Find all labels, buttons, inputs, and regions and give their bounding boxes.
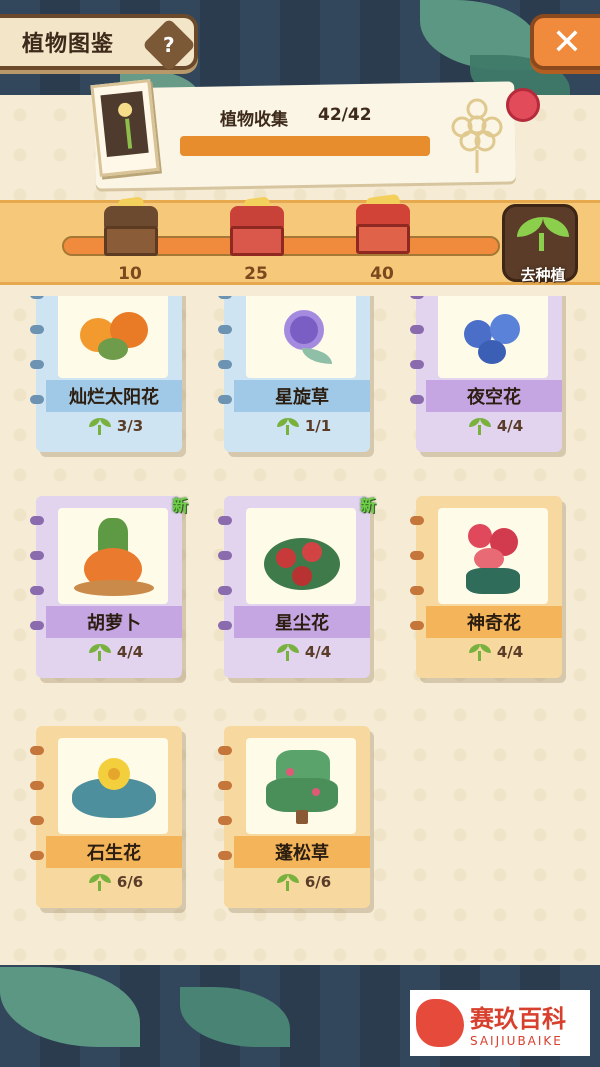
watermark: 赛玖百科 SAIJIUBAIKE xyxy=(410,990,590,1056)
grand-chest-icon[interactable] xyxy=(356,193,410,254)
plant-name: 胡萝卜 xyxy=(46,606,182,638)
plant-grid: 灿烂太阳花 3/3 星旋草 1/1 夜空花 4/4 胡萝卜 4/4 新 星尘花 … xyxy=(0,296,600,936)
go-plant-label: 去种植 xyxy=(520,266,566,284)
fluffy-grass-art-icon xyxy=(246,738,356,834)
plant-count: 4/4 xyxy=(446,416,546,436)
plant-card[interactable]: 石生花 6/6 xyxy=(30,726,188,914)
plant-name: 星尘花 xyxy=(234,606,370,638)
plant-card[interactable]: 星尘花 4/4 新 xyxy=(218,496,376,684)
sprout-icon xyxy=(468,642,491,662)
pin-flower-icon xyxy=(506,88,540,122)
go-plant-button[interactable]: 去种植 xyxy=(502,204,578,284)
watermark-en: SAIJIUBAIKE xyxy=(470,1033,563,1048)
plant-count: 6/6 xyxy=(66,872,166,892)
plant-count: 3/3 xyxy=(66,416,166,436)
close-button[interactable]: ✕ xyxy=(530,14,600,70)
collection-progress-fill xyxy=(180,136,430,156)
carrot-art-icon xyxy=(58,508,168,604)
whale-tail-logo-icon xyxy=(416,999,464,1047)
sprout-icon xyxy=(276,872,299,892)
watermark-cn: 赛玖百科 xyxy=(470,1004,566,1033)
title-tab: 植物图鉴 ? xyxy=(0,14,198,72)
sprout-icon xyxy=(468,416,491,436)
plant-name: 夜空花 xyxy=(426,380,562,412)
magic-flower-art-icon xyxy=(438,508,548,604)
sprout-icon xyxy=(276,416,299,436)
help-button[interactable]: ? xyxy=(142,18,196,72)
reward-milestone-40: 40 xyxy=(370,264,394,284)
leaf-decoration xyxy=(180,987,290,1047)
bronze-chest-icon[interactable] xyxy=(104,196,158,256)
plant-card[interactable]: 星旋草 1/1 xyxy=(218,296,376,458)
plant-count: 4/4 xyxy=(446,642,546,662)
stardust-flower-art-icon xyxy=(246,508,356,604)
collection-count: 42/42 xyxy=(318,105,372,125)
collection-progress-bar xyxy=(180,136,430,156)
plant-count: 1/1 xyxy=(254,416,354,436)
plant-count: 4/4 xyxy=(66,642,166,662)
sprout-icon xyxy=(88,416,111,436)
plant-card[interactable]: 夜空花 4/4 xyxy=(410,296,568,458)
spiral-grass-art-icon xyxy=(246,296,356,378)
plant-name: 蓬松草 xyxy=(234,836,370,868)
plant-name: 石生花 xyxy=(46,836,182,868)
new-badge: 新 xyxy=(359,496,376,515)
sprout-icon xyxy=(276,642,299,662)
collection-label: 植物收集 xyxy=(220,110,288,130)
plant-count: 4/4 xyxy=(254,642,354,662)
red-chest-icon[interactable] xyxy=(230,196,284,256)
leaf-decoration xyxy=(0,967,140,1047)
stone-flower-art-icon xyxy=(58,738,168,834)
sprout-photo-icon xyxy=(90,79,160,177)
close-icon: ✕ xyxy=(551,21,583,63)
question-icon: ? xyxy=(163,32,175,57)
sprout-icon xyxy=(88,642,111,662)
reward-milestone-25: 25 xyxy=(244,264,268,284)
plant-name: 神奇花 xyxy=(426,606,562,638)
plant-card[interactable]: 胡萝卜 4/4 新 xyxy=(30,496,188,684)
plant-name: 灿烂太阳花 xyxy=(46,380,182,412)
plant-card[interactable]: 蓬松草 6/6 xyxy=(218,726,376,914)
plant-count: 6/6 xyxy=(254,872,354,892)
sprout-icon xyxy=(88,872,111,892)
plant-card[interactable]: 灿烂太阳花 3/3 xyxy=(30,296,188,458)
sunflower-art-icon xyxy=(58,296,168,378)
plant-card[interactable]: 神奇花 4/4 xyxy=(410,496,568,684)
flower-sketch-icon xyxy=(451,98,503,173)
reward-milestone-10: 10 xyxy=(118,264,142,284)
new-badge: 新 xyxy=(171,496,188,515)
page-title: 植物图鉴 xyxy=(22,32,115,57)
plant-name: 星旋草 xyxy=(234,380,370,412)
night-sky-flower-art-icon xyxy=(438,296,548,378)
